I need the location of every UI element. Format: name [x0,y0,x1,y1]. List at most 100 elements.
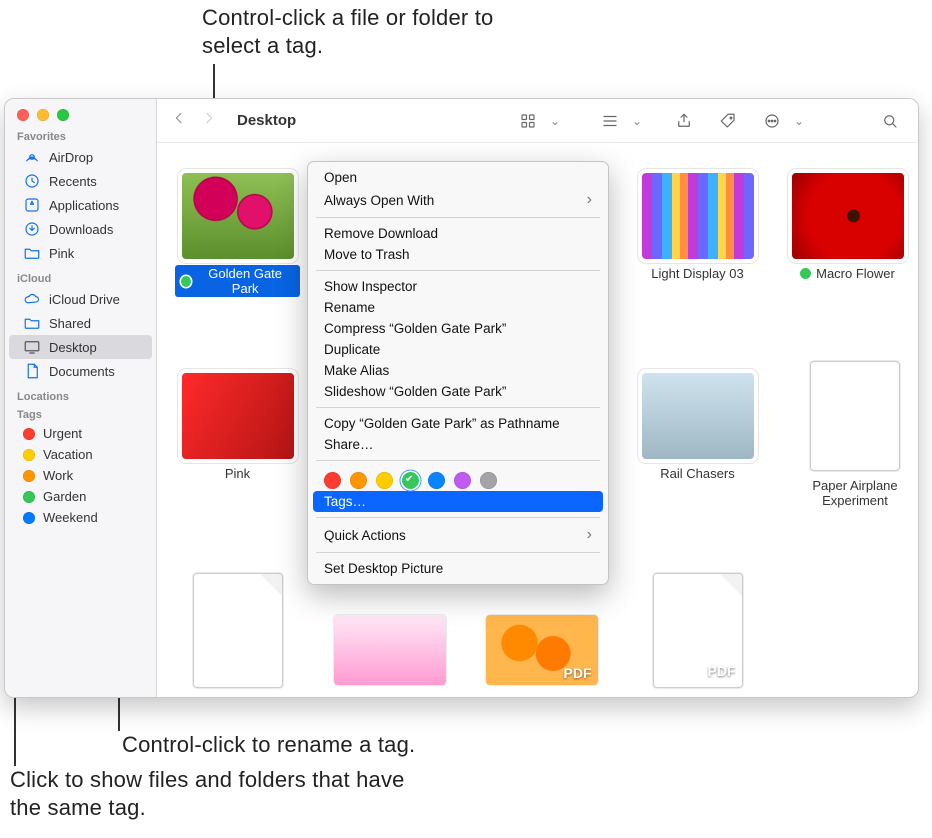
sidebar-item-label: Recents [49,174,97,189]
main-pane: Desktop [157,99,918,697]
tag-dot-icon [23,470,35,482]
sidebar-item-icloud-drive[interactable]: iCloud Drive [9,287,152,311]
sidebar-tag-vacation[interactable]: Vacation [9,444,152,465]
submenu-arrow-icon [577,191,592,209]
sidebar-item-applications[interactable]: Applications [9,193,152,217]
callout-line-bottom [14,692,16,766]
tag-swatch-gray[interactable] [480,472,497,489]
minimize-button[interactable] [37,109,49,121]
search-button[interactable] [876,109,904,133]
file-label: Paper AirplaneExperiment [785,477,918,509]
file-thumbnail [182,373,294,459]
tag-dot-icon [23,428,35,440]
file-light-display[interactable]: Light Display 03 [635,173,760,282]
sidebar-item-label: Garden [43,489,86,504]
share-button[interactable] [670,109,698,133]
sidebar-item-recents[interactable]: Recents [9,169,152,193]
section-tags: Tags [5,405,156,423]
applications-icon [23,196,41,214]
menu-item-compress[interactable]: Compress “Golden Gate Park” [308,318,608,339]
sidebar-item-label: Weekend [43,510,98,525]
submenu-arrow-icon [577,526,592,544]
menu-separator [316,407,600,408]
tag-swatch-blue[interactable] [428,472,445,489]
nav-forward-button[interactable] [201,110,217,131]
menu-item-tags[interactable]: Tags… [313,491,603,512]
file-thumbnail [193,573,283,688]
menu-item-rename[interactable]: Rename [308,297,608,318]
file-golden-gate-park[interactable]: Golden Gate Park [175,173,300,297]
menu-item-show-inspector[interactable]: Show Inspector [308,276,608,297]
menu-separator [316,270,600,271]
sidebar-item-shared[interactable]: Shared [9,311,152,335]
sidebar-item-airdrop[interactable]: AirDrop [9,145,152,169]
menu-separator [316,517,600,518]
tag-swatch-green[interactable] [402,472,419,489]
window-title: Desktop [237,112,296,129]
menu-item-duplicate[interactable]: Duplicate [308,339,608,360]
section-icloud: iCloud [5,265,156,287]
callout-top: Control-click a file or folder to select… [202,4,542,60]
file-label: Rail Chasers [654,465,740,482]
file-paper-airplane[interactable]: Paper AirplaneExperiment [785,361,918,509]
sidebar-tag-weekend[interactable]: Weekend [9,507,152,528]
view-icons-button[interactable] [514,109,542,133]
menu-separator [316,552,600,553]
file-label: Macro Flower [794,265,901,282]
file-marketing-plan[interactable]: PDF [635,573,760,694]
menu-item-set-desktop-picture[interactable]: Set Desktop Picture [308,558,608,579]
sidebar-tag-urgent[interactable]: Urgent [9,423,152,444]
sidebar-item-label: Urgent [43,426,82,441]
menu-item-open[interactable]: Open [308,167,608,188]
toolbar: Desktop [157,99,918,143]
nav-back-button[interactable] [171,110,187,131]
sidebar-item-label: Documents [49,364,115,379]
tag-swatch-red[interactable] [324,472,341,489]
tag-swatch-purple[interactable] [454,472,471,489]
tag-swatch-yellow[interactable] [376,472,393,489]
section-favorites: Favorites [5,123,156,145]
file-pink[interactable]: Pink [175,373,300,482]
file-macro-flower[interactable]: Macro Flower [785,173,910,282]
tags-button[interactable] [714,109,742,133]
section-locations: Locations [5,383,156,405]
menu-item-slideshow[interactable]: Slideshow “Golden Gate Park” [308,381,608,402]
menu-item-copy-pathname[interactable]: Copy “Golden Gate Park” as Pathname [308,413,608,434]
sidebar-item-documents[interactable]: Documents [9,359,152,383]
clock-icon [23,172,41,190]
callout-mid: Control-click to rename a tag. [122,731,415,759]
file-thumbnail [792,173,904,259]
tag-dot-icon [800,268,811,279]
menu-separator [316,460,600,461]
folder-icon [23,244,41,262]
menu-item-move-to-trash[interactable]: Move to Trash [308,244,608,265]
close-button[interactable] [17,109,29,121]
sidebar-item-label: Downloads [49,222,113,237]
window-controls [5,99,156,123]
file-bland-workshop[interactable] [175,573,300,694]
sidebar-item-label: Shared [49,316,91,331]
file-thumbnail: PDF [653,573,743,688]
file-grid[interactable]: Golden Gate Park Light Display 03 Macro … [157,143,918,697]
file-oranges-pdf[interactable]: PDF [479,615,604,691]
tag-swatch-orange[interactable] [350,472,367,489]
action-button[interactable] [758,109,786,133]
sidebar-tag-work[interactable]: Work [9,465,152,486]
sidebar-item-pink[interactable]: Pink [9,241,152,265]
group-by-button[interactable] [596,109,624,133]
menu-item-remove-download[interactable]: Remove Download [308,223,608,244]
sidebar-tag-garden[interactable]: Garden [9,486,152,507]
file-rail-chasers[interactable]: Rail Chasers [635,373,760,482]
menu-item-always-open-with[interactable]: Always Open With [308,188,608,212]
zoom-button[interactable] [57,109,69,121]
sidebar-item-label: AirDrop [49,150,93,165]
menu-item-share[interactable]: Share… [308,434,608,455]
sidebar-item-desktop[interactable]: Desktop [9,335,152,359]
file-thumbnail [642,173,754,259]
sidebar-item-downloads[interactable]: Downloads [9,217,152,241]
menu-item-make-alias[interactable]: Make Alias [308,360,608,381]
menu-item-quick-actions[interactable]: Quick Actions [308,523,608,547]
airdrop-icon [23,148,41,166]
sidebar-item-label: Desktop [49,340,97,355]
file-sophie-pdf[interactable] [327,615,452,691]
